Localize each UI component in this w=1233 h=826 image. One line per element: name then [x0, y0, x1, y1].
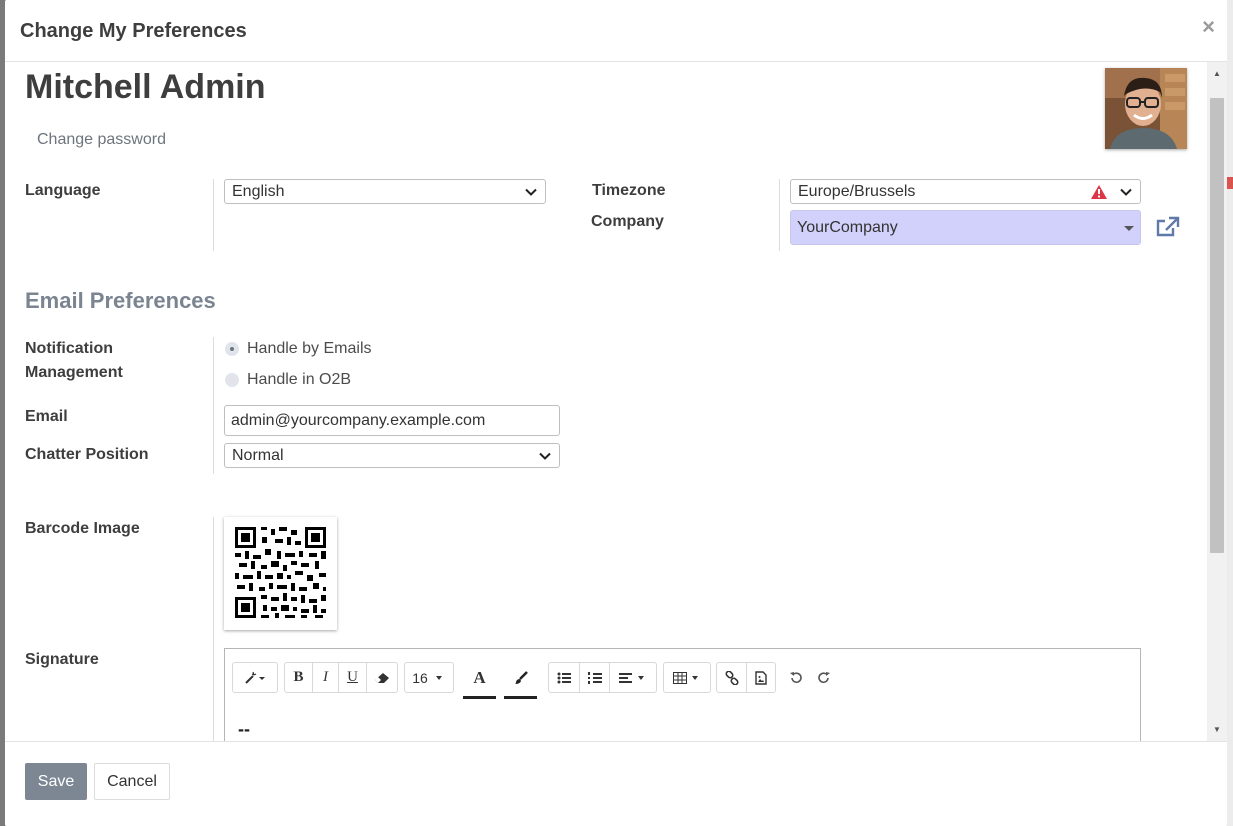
notification-label-line1: Notification [25, 340, 113, 357]
style-dropdown[interactable] [232, 662, 278, 693]
font-size-dropdown[interactable]: 16 [404, 662, 454, 693]
barcode-divider [213, 517, 214, 742]
dialog-body: Mitchell Admin Change password Language [5, 62, 1227, 742]
preferences-dialog: Change My Preferences × Mitchell Admin C… [5, 0, 1227, 826]
change-password-button[interactable]: Change password [37, 131, 166, 149]
link-icon[interactable] [717, 663, 747, 692]
eraser-icon[interactable] [367, 663, 397, 692]
paintbrush-icon [514, 671, 528, 684]
scroll-down-icon[interactable]: ▼ [1207, 722, 1227, 738]
signature-editor[interactable]: B I U 16 A -- [224, 648, 1141, 742]
bold-icon[interactable]: B [285, 663, 313, 692]
email-preferences-title: Email Preferences [25, 288, 216, 313]
font-size-value: 16 [412, 669, 428, 686]
radio-checked-icon [225, 342, 239, 356]
language-divider [213, 179, 214, 251]
italic-icon[interactable]: I [313, 663, 339, 692]
radio-unchecked-icon [225, 373, 239, 387]
radio-handle-by-emails[interactable]: Handle by Emails [225, 340, 372, 358]
table-icon[interactable] [664, 663, 710, 692]
format-group: B I U [284, 662, 398, 693]
timezone-label: Timezone [592, 182, 666, 199]
dialog-footer: Save Cancel [5, 741, 1227, 826]
chatter-position-select[interactable]: Normal [224, 443, 560, 468]
image-icon[interactable] [747, 663, 775, 692]
insert-group [716, 662, 776, 693]
redo-icon[interactable] [813, 662, 835, 693]
timezone-value: Europe/Brussels [798, 183, 916, 200]
email-field[interactable] [224, 405, 560, 436]
background-color-button[interactable] [504, 655, 537, 701]
dialog-header: Change My Preferences × [5, 0, 1227, 62]
timezone-divider [779, 179, 780, 251]
radio-handle-in-o2b[interactable]: Handle in O2B [225, 371, 351, 389]
company-value: YourCompany [797, 219, 898, 236]
qr-code-icon [235, 527, 326, 618]
language-value: English [232, 183, 285, 200]
radio-label: Handle in O2B [247, 371, 352, 388]
company-select[interactable]: YourCompany [790, 210, 1141, 245]
barcode-image[interactable] [224, 517, 337, 630]
align-dropdown-icon[interactable] [610, 663, 656, 692]
font-color-icon: A [473, 668, 486, 687]
email-divider [213, 337, 214, 474]
scroll-up-icon[interactable]: ▲ [1207, 66, 1227, 82]
timezone-select[interactable]: Europe/Brussels [790, 179, 1141, 204]
signature-label: Signature [25, 651, 99, 668]
notification-label-line2: Management [25, 364, 123, 381]
cancel-button[interactable]: Cancel [94, 763, 170, 800]
email-label: Email [25, 408, 68, 425]
ordered-list-icon[interactable] [580, 663, 610, 692]
language-select[interactable]: English [224, 179, 546, 204]
barcode-image-label: Barcode Image [25, 520, 140, 537]
company-label: Company [591, 213, 664, 230]
chevron-down-icon [539, 452, 551, 460]
chevron-down-icon [1120, 188, 1132, 196]
unordered-list-icon[interactable] [549, 663, 580, 692]
table-dropdown[interactable] [663, 662, 711, 693]
chevron-down-icon [525, 188, 537, 196]
close-icon[interactable]: × [1202, 16, 1215, 38]
caret-down-icon [1124, 226, 1134, 231]
dialog-scrollbar[interactable]: ▲ ▼ [1207, 62, 1227, 742]
radio-label: Handle by Emails [247, 340, 372, 357]
chatter-position-value: Normal [232, 447, 284, 464]
paragraph-group [548, 662, 657, 693]
undo-icon[interactable] [785, 662, 807, 693]
font-size-button[interactable]: 16 [405, 663, 453, 692]
external-link-icon[interactable] [1155, 215, 1181, 239]
dialog-title: Change My Preferences [20, 20, 247, 42]
user-avatar[interactable] [1105, 68, 1187, 149]
scroll-thumb[interactable] [1210, 98, 1224, 553]
signature-content[interactable]: -- [238, 719, 250, 740]
language-label: Language [25, 182, 101, 199]
chatter-position-label: Chatter Position [25, 446, 149, 463]
save-button[interactable]: Save [25, 763, 87, 800]
user-name: Mitchell Admin [25, 68, 266, 106]
magic-wand-icon[interactable] [233, 663, 277, 692]
warning-icon [1091, 185, 1107, 199]
underline-icon[interactable]: U [339, 663, 367, 692]
font-color-button[interactable]: A [463, 655, 496, 701]
